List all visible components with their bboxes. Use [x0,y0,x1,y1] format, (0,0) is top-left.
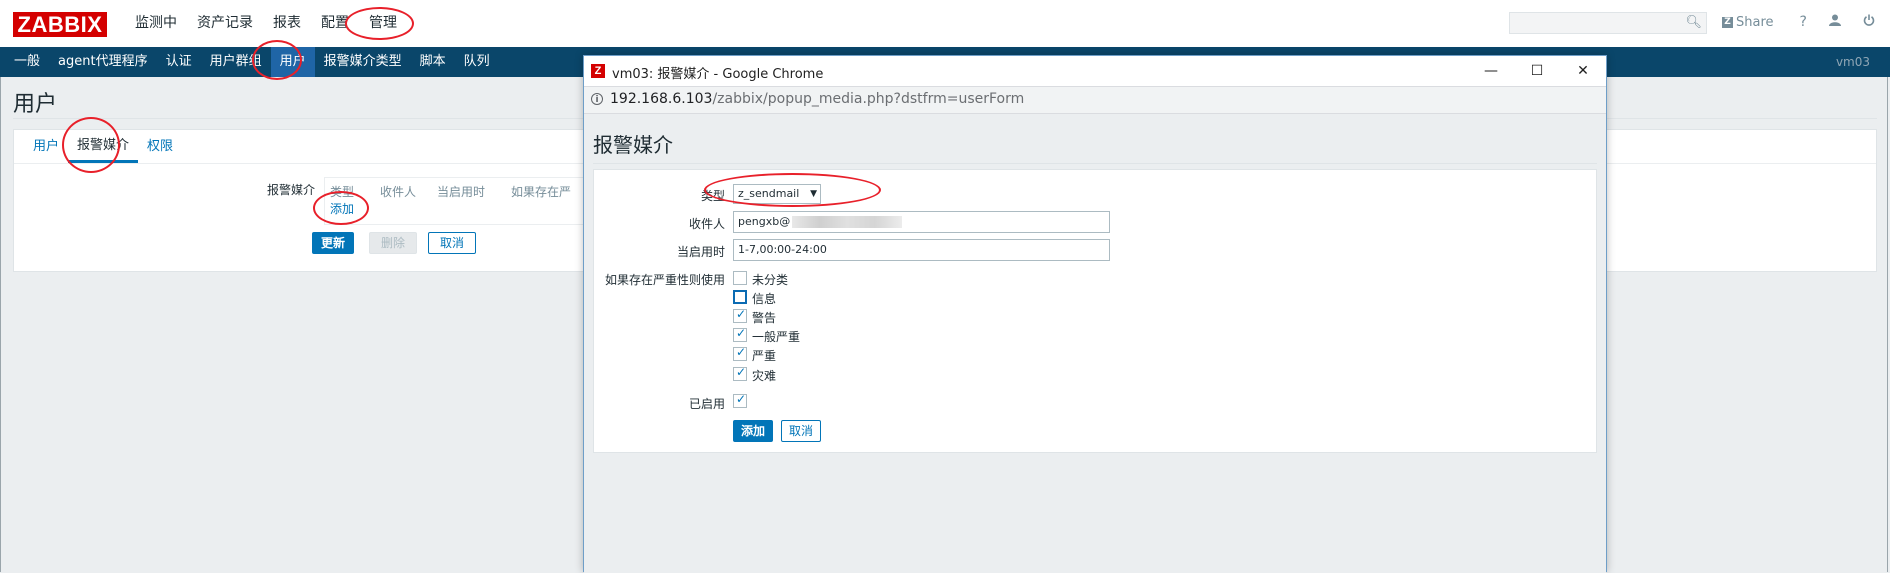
media-popup-window: Z vm03: 报警媒介 - Google Chrome — ☐ ✕ i 192… [583,55,1607,573]
media-col-sendto: 收件人 [380,185,417,199]
sendto-input[interactable]: pengxb@ [733,211,1110,233]
checkmark-icon: ✓ [736,392,747,406]
media-field-label: 报警媒介 [267,183,316,197]
top-header: ZABBIX 监测中 资产记录 报表 配置 管理 🔍︎ Z Share ? [0,0,1890,47]
popup-url[interactable]: 192.168.6.103/zabbix/popup_media.php?dst… [610,91,1024,107]
submenu-users[interactable]: 用户 [270,47,315,77]
cancel-button[interactable]: 取消 [428,232,476,254]
page-title: 用户 [13,92,58,117]
popup-content: 报警媒介 类型 z_sendmail ▼ 收件人 pengxb@ 当启用时 1-… [584,114,1606,573]
media-col-when-active: 当启用时 [437,185,486,199]
url-host: 192.168.6.103 [610,91,713,107]
share-button[interactable]: Z Share [1722,15,1774,30]
popup-title-bar[interactable]: Z vm03: 报警媒介 - Google Chrome — ☐ ✕ [584,56,1606,86]
menu-monitoring[interactable]: 监测中 [125,0,187,47]
type-label: 类型 [700,189,725,203]
menu-configuration[interactable]: 配置 [311,0,359,47]
popup-add-button[interactable]: 添加 [733,420,773,442]
close-icon[interactable]: ✕ [1560,56,1606,86]
checkmark-icon: ✓ [736,326,747,340]
server-name: vm03 [1835,55,1870,69]
submenu-proxies[interactable]: agent代理程序 [49,47,157,77]
severity-label: 如果存在严重性则使用 [604,273,725,287]
checkmark-icon: ✓ [736,345,747,359]
submenu-media-types[interactable]: 报警媒介类型 [315,47,411,77]
severity-disaster-checkbox[interactable]: ✓ [733,365,747,381]
submenu-authentication[interactable]: 认证 [157,47,201,77]
severity-average-checkbox[interactable]: ✓ [733,326,747,342]
checkmark-icon: ✓ [736,307,747,321]
menu-administration[interactable]: 管理 [359,0,407,47]
submenu-general[interactable]: 一般 [5,47,49,77]
media-form: 类型 z_sendmail ▼ 收件人 pengxb@ 当启用时 1-7,00:… [593,169,1597,453]
tab-media[interactable]: 报警媒介 [68,130,139,163]
zabbix-favicon: Z [591,64,605,78]
main-menu: 监测中 资产记录 报表 配置 管理 [125,0,407,47]
popup-window-title: vm03: 报警媒介 - Google Chrome [612,67,824,82]
sendto-value: pengxb@ [738,215,791,228]
severity-information-checkbox[interactable] [733,290,747,304]
checkmark-icon: ✓ [736,365,747,379]
severity-average-label: 一般严重 [752,330,801,344]
submenu-queue[interactable]: 队列 [455,47,499,77]
zabbix-share-icon: Z [1722,16,1733,28]
severity-high-checkbox[interactable]: ✓ [733,345,747,361]
submenu-scripts[interactable]: 脚本 [411,47,455,77]
submenu-user-groups[interactable]: 用户群组 [201,47,271,77]
severity-not-classified-checkbox[interactable] [733,271,747,285]
type-selected-value: z_sendmail [738,187,800,200]
user-tabs: 用户 报警媒介 权限 [24,130,182,163]
delete-button: 删除 [369,232,417,254]
popup-heading: 报警媒介 [593,133,673,157]
zabbix-logo[interactable]: ZABBIX [13,12,107,37]
severity-warning-checkbox[interactable]: ✓ [733,307,747,323]
enabled-checkbox[interactable]: ✓ [733,392,747,408]
maximize-icon[interactable]: ☐ [1514,56,1560,86]
user-profile-icon[interactable] [1828,14,1841,30]
media-col-type: 类型 [330,185,355,199]
severity-warning-label: 警告 [752,311,777,325]
update-button[interactable]: 更新 [312,232,354,254]
when-active-input[interactable]: 1-7,00:00-24:00 [733,239,1110,261]
search-icon[interactable]: 🔍︎ [1685,15,1702,30]
share-label: Share [1736,14,1774,30]
search-input[interactable]: 🔍︎ [1509,12,1707,34]
severity-information-label: 信息 [752,292,777,306]
severity-high-label: 严重 [752,349,777,363]
header-tools: Z Share ? [1722,14,1890,30]
menu-reports[interactable]: 报表 [263,0,311,47]
help-icon[interactable]: ? [1800,14,1807,30]
add-media-link[interactable]: 添加 [330,200,354,217]
popup-cancel-button[interactable]: 取消 [781,420,821,442]
window-edge-left [0,77,1,572]
minimize-icon[interactable]: — [1468,56,1514,86]
url-path: /zabbix/popup_media.php?dstfrm=userForm [712,91,1025,107]
type-select[interactable]: z_sendmail ▼ [733,184,821,204]
window-edge-right [1887,77,1888,572]
severity-not-classified-label: 未分类 [752,273,789,287]
tab-user[interactable]: 用户 [24,130,68,163]
address-bar[interactable]: i 192.168.6.103/zabbix/popup_media.php?d… [584,86,1606,114]
enabled-label: 已启用 [688,397,725,411]
menu-inventory[interactable]: 资产记录 [187,0,263,47]
severity-disaster-label: 灾难 [752,369,777,383]
tab-permissions[interactable]: 权限 [138,130,182,163]
redacted-email-blur [792,216,903,228]
popup-heading-divider [593,163,1597,164]
chevron-down-icon: ▼ [810,189,817,199]
info-icon[interactable]: i [591,93,603,105]
logout-icon[interactable] [1863,14,1875,30]
when-active-value: 1-7,00:00-24:00 [738,243,827,256]
when-active-label: 当启用时 [676,245,725,259]
sendto-label: 收件人 [688,217,725,231]
